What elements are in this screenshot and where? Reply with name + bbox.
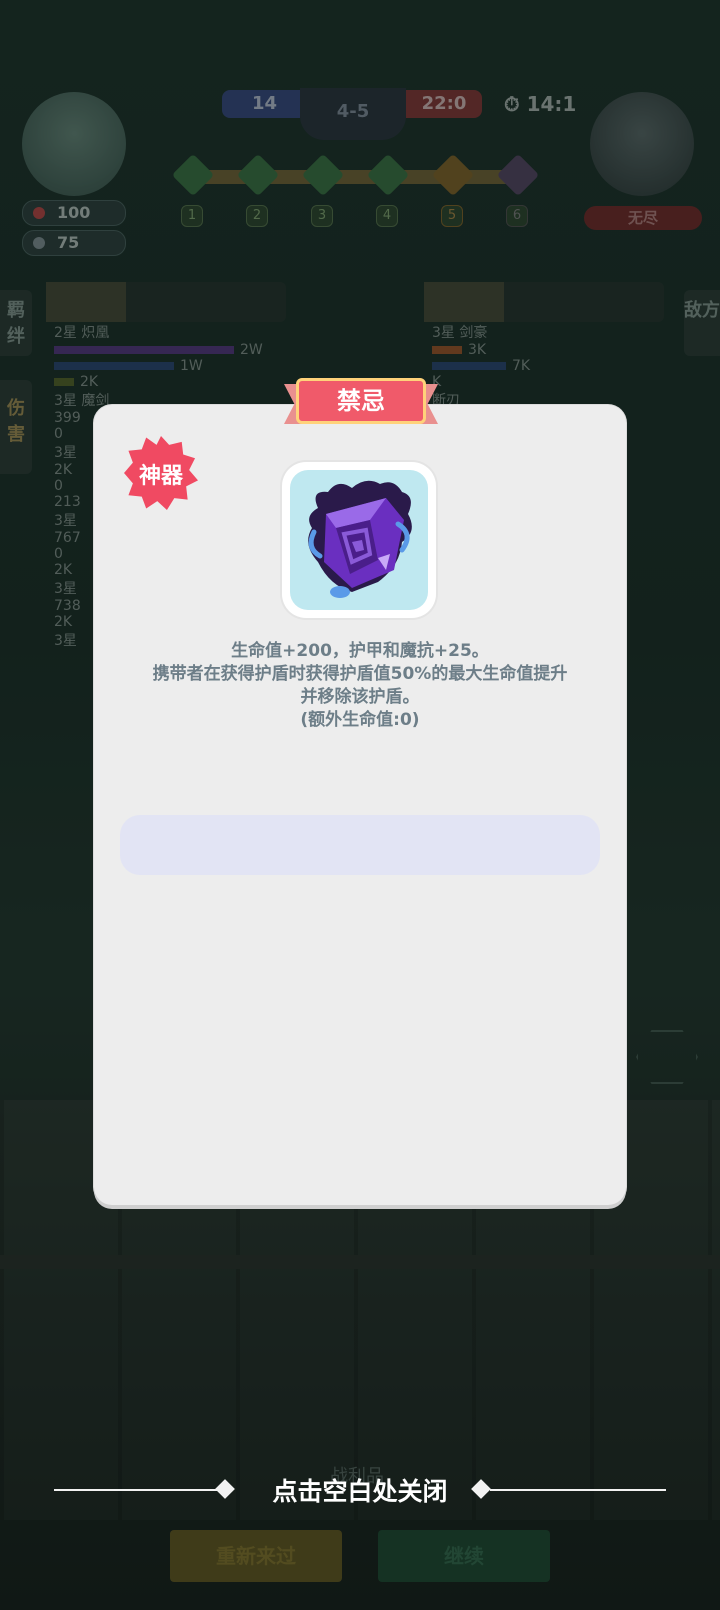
artifact-badge: 神器 <box>124 436 198 510</box>
diamond-ornament-right <box>471 1479 491 1499</box>
description-line: 携带者在获得护盾时获得护盾值50%的最大生命值提升 <box>152 664 568 684</box>
item-icon-background <box>290 470 428 610</box>
close-hint[interactable]: 点击空白处关闭 <box>54 1470 666 1510</box>
info-strip <box>120 815 600 875</box>
close-hint-text: 点击空白处关闭 <box>272 1477 448 1506</box>
hint-divider-left <box>54 1489 230 1491</box>
artifact-description: 生命值+200，护甲和魔抗+25。 携带者在获得护盾时获得护盾值50%的最大生命… <box>120 640 600 732</box>
modal-title-ribbon: 禁忌 <box>284 378 438 430</box>
description-line: 生命值+200，护甲和魔抗+25。 <box>231 641 489 661</box>
purple-shield-artifact-icon <box>308 480 412 598</box>
description-line: 并移除该护盾。 <box>300 687 420 707</box>
item-icon-frame <box>282 462 436 618</box>
badge-label: 神器 <box>138 464 183 489</box>
hint-divider-right <box>490 1489 666 1491</box>
description-line: (额外生命值:0) <box>300 710 420 730</box>
diamond-ornament-left <box>215 1479 235 1499</box>
modal-title: 禁忌 <box>296 378 426 424</box>
